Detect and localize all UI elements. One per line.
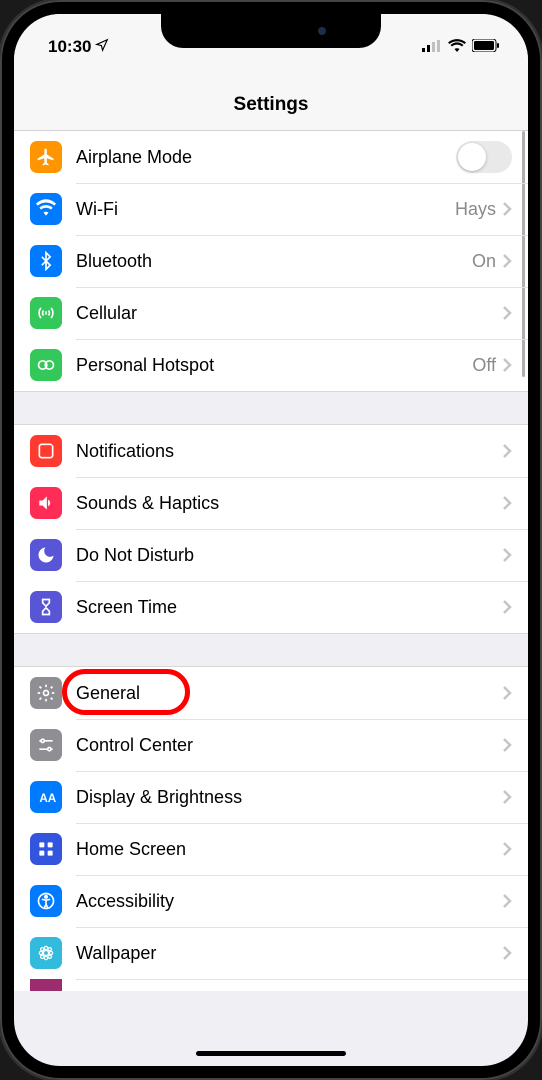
row-screentime[interactable]: Screen Time xyxy=(14,581,528,633)
row-accessibility[interactable]: Accessibility xyxy=(14,875,528,927)
row-homescreen[interactable]: Home Screen xyxy=(14,823,528,875)
row-display[interactable]: AA Display & Brightness xyxy=(14,771,528,823)
screen: 10:30 Settings xyxy=(14,14,528,1066)
row-notifications[interactable]: Notifications xyxy=(14,425,528,477)
home-indicator[interactable] xyxy=(196,1051,346,1056)
wifi-status-icon xyxy=(448,37,466,57)
group-connectivity: Airplane Mode Wi-Fi Hays Bluetooth xyxy=(14,131,528,392)
row-wallpaper[interactable]: Wallpaper xyxy=(14,927,528,979)
page-title-text: Settings xyxy=(234,94,309,115)
accessibility-icon xyxy=(30,885,62,917)
row-hotspot[interactable]: Personal Hotspot Off xyxy=(14,339,528,391)
controlcenter-icon xyxy=(30,729,62,761)
settings-list[interactable]: Airplane Mode Wi-Fi Hays Bluetooth xyxy=(14,131,528,1065)
row-sounds[interactable]: Sounds & Haptics xyxy=(14,477,528,529)
row-value: Hays xyxy=(455,199,496,220)
chevron-right-icon xyxy=(502,547,512,563)
chevron-right-icon xyxy=(502,685,512,701)
battery-icon xyxy=(472,37,500,57)
phone-frame: 10:30 Settings xyxy=(0,0,542,1080)
chevron-right-icon xyxy=(502,443,512,459)
chevron-right-icon xyxy=(502,789,512,805)
row-partial[interactable] xyxy=(14,979,528,991)
chevron-right-icon xyxy=(502,253,512,269)
row-label: Bluetooth xyxy=(76,251,472,272)
chevron-right-icon xyxy=(502,945,512,961)
sounds-icon xyxy=(30,487,62,519)
hotspot-icon xyxy=(30,349,62,381)
row-bluetooth[interactable]: Bluetooth On xyxy=(14,235,528,287)
chevron-right-icon xyxy=(502,305,512,321)
row-cellular[interactable]: Cellular xyxy=(14,287,528,339)
chevron-right-icon xyxy=(502,201,512,217)
airplane-toggle[interactable] xyxy=(456,141,512,173)
row-label: Personal Hotspot xyxy=(76,355,472,376)
row-label: Sounds & Haptics xyxy=(76,493,502,514)
airplane-icon xyxy=(30,141,62,173)
status-time: 10:30 xyxy=(48,37,91,57)
homescreen-icon xyxy=(30,833,62,865)
chevron-right-icon xyxy=(502,357,512,373)
partial-icon xyxy=(30,979,62,991)
display-icon: AA xyxy=(30,781,62,813)
row-label: Notifications xyxy=(76,441,502,462)
moon-icon xyxy=(30,539,62,571)
svg-text:AA: AA xyxy=(39,792,56,805)
row-general[interactable]: General xyxy=(14,667,528,719)
chevron-right-icon xyxy=(502,893,512,909)
hourglass-icon xyxy=(30,591,62,623)
location-arrow-icon xyxy=(95,37,109,57)
row-label: Accessibility xyxy=(76,891,502,912)
row-label: Airplane Mode xyxy=(76,147,456,168)
bluetooth-icon xyxy=(30,245,62,277)
wifi-icon xyxy=(30,193,62,225)
chevron-right-icon xyxy=(502,495,512,511)
row-label: Cellular xyxy=(76,303,502,324)
group-system: General Control Center AA Display & Brig… xyxy=(14,666,528,991)
notifications-icon xyxy=(30,435,62,467)
group-alerts: Notifications Sounds & Haptics Do Not Di… xyxy=(14,424,528,634)
chevron-right-icon xyxy=(502,599,512,615)
row-value: On xyxy=(472,251,496,272)
row-controlcenter[interactable]: Control Center xyxy=(14,719,528,771)
notch xyxy=(161,14,381,48)
cellular-signal-icon xyxy=(422,37,442,57)
row-label: Wallpaper xyxy=(76,943,502,964)
row-label: Control Center xyxy=(76,735,502,756)
chevron-right-icon xyxy=(502,841,512,857)
row-label: Wi-Fi xyxy=(76,199,455,220)
row-label: Screen Time xyxy=(76,597,502,618)
wallpaper-icon xyxy=(30,937,62,969)
row-label: Home Screen xyxy=(76,839,502,860)
row-airplane[interactable]: Airplane Mode xyxy=(14,131,528,183)
cellular-icon xyxy=(30,297,62,329)
row-wifi[interactable]: Wi-Fi Hays xyxy=(14,183,528,235)
gear-icon xyxy=(30,677,62,709)
page-title: Settings xyxy=(14,68,528,131)
chevron-right-icon xyxy=(502,737,512,753)
row-value: Off xyxy=(472,355,496,376)
row-dnd[interactable]: Do Not Disturb xyxy=(14,529,528,581)
row-label: Do Not Disturb xyxy=(76,545,502,566)
row-label: Display & Brightness xyxy=(76,787,502,808)
row-label: General xyxy=(76,683,502,704)
